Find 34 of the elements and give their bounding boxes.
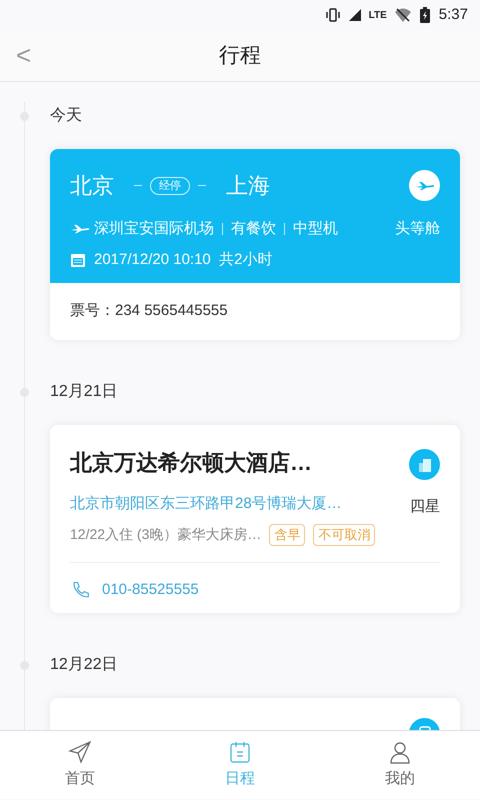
- departure-time: 2017/12/20 10:10 共2小时: [94, 250, 272, 270]
- departure-city: 北京: [70, 172, 114, 200]
- network-type: LTE: [368, 8, 387, 22]
- flight-card[interactable]: 北京 经停 上海 深圳宝安国际机场 有餐饮 中型机 头等舱 2017/12/20 10:10 共2小时 票号：234 5565445555: [50, 149, 460, 340]
- day-label: 今天: [50, 106, 82, 126]
- airplane-icon: [414, 180, 434, 192]
- wifi-off-icon: [394, 7, 411, 23]
- arrival-city: 上海: [226, 172, 270, 200]
- day-label: 12月22日: [50, 655, 118, 675]
- stay-info: 12/22入住 (3晚）豪华大床房…: [70, 525, 262, 544]
- flight-detail: 有餐饮: [231, 219, 276, 239]
- battery-icon: [418, 7, 431, 23]
- signal-icon: [348, 9, 361, 21]
- ticket-number: 票号：234 5565445555: [70, 301, 228, 322]
- hotel-grade-label: 四星: [410, 497, 440, 517]
- stopover-badge: 经停: [150, 176, 190, 194]
- vibrate-icon: [324, 7, 341, 23]
- clock: 5:37: [438, 4, 468, 25]
- page-title: 行程: [219, 42, 261, 69]
- flight-detail: 中型机: [293, 219, 338, 239]
- person-icon: [388, 740, 412, 764]
- flight-detail: 深圳宝安国际机场: [94, 219, 214, 239]
- building-icon: [409, 449, 440, 480]
- cabin-class: 头等舱: [395, 219, 440, 239]
- hotel-tag: 含早: [269, 524, 306, 546]
- tab[interactable]: 首页: [0, 731, 160, 799]
- calendar-icon: [70, 252, 86, 268]
- hotel-name: 北京万达希尔顿大酒店…: [70, 449, 313, 477]
- day-label: 12月21日: [50, 382, 118, 402]
- hotel-tag: 不可取消: [313, 524, 376, 546]
- calendar-icon: [228, 740, 252, 764]
- paper-plane-icon: [68, 740, 92, 764]
- tab[interactable]: 我的: [320, 731, 480, 799]
- airplane-icon: [70, 223, 90, 236]
